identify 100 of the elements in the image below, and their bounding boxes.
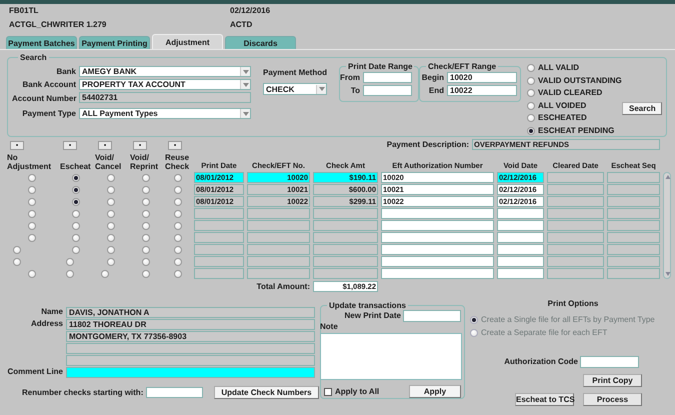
input-field[interactable]	[403, 310, 461, 322]
radio-button[interactable]	[174, 246, 182, 254]
radio-button[interactable]	[28, 210, 36, 218]
radio-button[interactable]	[142, 210, 150, 218]
radio-button[interactable]	[28, 222, 36, 230]
radio-button[interactable]	[72, 234, 80, 242]
group-title: Update transactions	[328, 301, 407, 310]
input-field[interactable]	[363, 85, 412, 96]
tab[interactable]: Discards	[225, 36, 296, 49]
up-arrow-icon[interactable]	[664, 173, 672, 181]
radio-button[interactable]	[174, 270, 182, 278]
radio-button[interactable]	[28, 198, 36, 206]
input-field[interactable]: 10020	[447, 72, 518, 83]
radio-button[interactable]	[107, 198, 115, 206]
table-cell[interactable]	[381, 256, 494, 267]
table-cell[interactable]	[381, 244, 494, 255]
radio-button[interactable]	[174, 258, 182, 266]
input-field[interactable]	[580, 356, 639, 368]
caret-icon	[240, 80, 250, 89]
radio-button[interactable]	[527, 114, 536, 122]
radio-button[interactable]	[28, 174, 36, 182]
option-label: ALL VALID	[538, 63, 580, 73]
input-field[interactable]	[363, 72, 412, 83]
dropdown[interactable]: PROPERTY TAX ACCOUNT	[79, 79, 251, 90]
radio-button[interactable]	[72, 174, 80, 182]
radio-button[interactable]	[28, 234, 36, 242]
radio-button[interactable]	[174, 234, 182, 242]
column-header: Void/ Reprint	[130, 152, 159, 171]
field-label: Bank	[55, 66, 76, 76]
radio-button[interactable]	[107, 258, 115, 266]
field-label: Account Number	[12, 94, 76, 104]
radio-button[interactable]	[527, 102, 536, 110]
table-cell[interactable]	[381, 208, 494, 219]
radio-button[interactable]	[527, 76, 536, 84]
radio-button[interactable]	[107, 186, 115, 194]
search-button[interactable]: Search	[622, 102, 662, 115]
field-label: Begin	[420, 72, 444, 82]
radio-button[interactable]	[13, 246, 21, 254]
radio-button[interactable]	[527, 126, 536, 134]
radio-button[interactable]	[174, 174, 182, 182]
radio-button[interactable]	[142, 270, 150, 278]
down-arrow-icon[interactable]	[664, 270, 672, 278]
radio-button[interactable]	[13, 258, 21, 266]
table-cell[interactable]	[497, 220, 544, 231]
comment-field[interactable]	[66, 367, 315, 378]
radio-button[interactable]	[101, 270, 109, 278]
table-cell[interactable]	[497, 268, 544, 279]
radio-button[interactable]	[72, 186, 80, 194]
display-field: MONTGOMERY, TX 77356-8903	[66, 331, 315, 342]
radio-button[interactable]	[142, 258, 150, 266]
radio-button[interactable]	[142, 234, 150, 242]
radio-button[interactable]	[142, 222, 150, 230]
scrollbar[interactable]	[663, 172, 671, 279]
radio-button[interactable]	[142, 198, 150, 206]
radio-button[interactable]	[66, 270, 74, 278]
radio-button[interactable]	[142, 174, 150, 182]
table-cell[interactable]	[497, 256, 544, 267]
apply-button[interactable]: Apply	[409, 385, 461, 398]
radio-button[interactable]	[72, 210, 80, 218]
radio-button[interactable]	[72, 246, 80, 254]
dropdown[interactable]: CHECK	[263, 83, 327, 95]
radio-button[interactable]	[107, 246, 115, 254]
process-button[interactable]: Process	[583, 393, 642, 406]
radio-button[interactable]	[142, 246, 150, 254]
tab[interactable]: Payment Printing	[79, 36, 150, 49]
note-field[interactable]	[320, 333, 462, 380]
table-cell[interactable]	[497, 232, 544, 243]
table-cell[interactable]	[381, 220, 494, 231]
radio-button[interactable]	[107, 234, 115, 242]
radio-button[interactable]	[527, 89, 536, 97]
input-field[interactable]	[146, 387, 204, 398]
radio-button[interactable]	[66, 258, 74, 266]
radio-button[interactable]	[174, 222, 182, 230]
tab[interactable]: Payment Batches	[6, 36, 77, 49]
radio-button[interactable]	[174, 186, 182, 194]
update-check-numbers-button[interactable]: Update Check Numbers	[214, 386, 319, 399]
radio-button[interactable]	[107, 222, 115, 230]
field-label: Payment Description:	[386, 140, 469, 150]
tab[interactable]: Adjustment	[152, 34, 223, 49]
escheat-button[interactable]: Escheat to TCS	[515, 393, 574, 406]
dropdown[interactable]: AMEGY BANK	[79, 66, 251, 77]
print-copy-button[interactable]: Print Copy	[583, 374, 642, 387]
radio-button[interactable]	[174, 210, 182, 218]
input-field[interactable]: 10022	[447, 85, 518, 96]
table-cell[interactable]	[381, 268, 494, 279]
section-title: Print Options	[548, 299, 598, 309]
table-cell[interactable]	[381, 232, 494, 243]
radio-button[interactable]	[72, 222, 80, 230]
checkbox[interactable]	[324, 388, 332, 396]
table-cell[interactable]	[497, 244, 544, 255]
table-cell[interactable]	[497, 208, 544, 219]
radio-button[interactable]	[107, 210, 115, 218]
dropdown[interactable]: ALL Payment Types	[79, 108, 251, 119]
radio-button[interactable]	[142, 186, 150, 194]
radio-button[interactable]	[28, 270, 36, 278]
radio-button[interactable]	[174, 198, 182, 206]
radio-button[interactable]	[527, 64, 536, 72]
radio-button[interactable]	[28, 186, 36, 194]
radio-button[interactable]	[107, 174, 115, 182]
radio-button[interactable]	[72, 198, 80, 206]
